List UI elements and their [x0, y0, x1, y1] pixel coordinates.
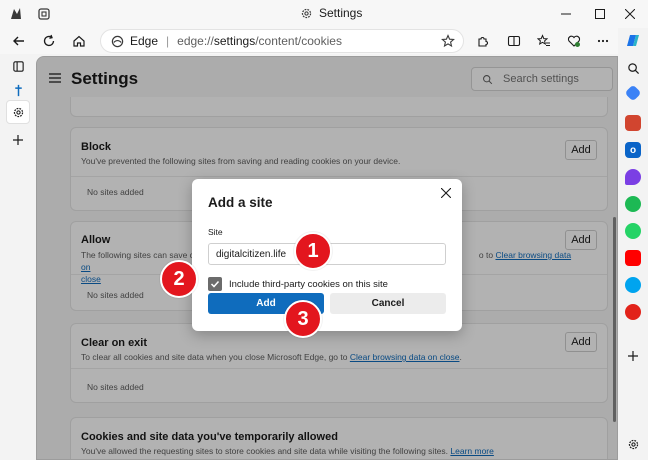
tab-actions-button[interactable]	[6, 54, 30, 78]
edge-logo-icon	[111, 35, 124, 47]
tools-icon[interactable]	[625, 115, 641, 131]
close-icon	[625, 9, 635, 19]
whatsapp-icon[interactable]	[625, 223, 641, 239]
dialog-close-button[interactable]	[438, 185, 454, 201]
home-icon	[73, 35, 85, 47]
maximize-icon	[595, 9, 605, 19]
arrow-left-icon	[13, 36, 24, 46]
title-bar: Settings	[0, 0, 648, 28]
step-marker-2: 2	[160, 260, 198, 298]
puzzle-icon	[478, 37, 488, 47]
split-screen-button[interactable]	[503, 31, 525, 51]
extensions-button[interactable]	[472, 31, 494, 51]
close-icon	[441, 188, 451, 198]
designer-icon[interactable]	[625, 169, 641, 185]
pinned-tab-button[interactable]	[6, 78, 30, 102]
more-dots-icon	[597, 39, 609, 43]
window-title-text: Settings	[319, 6, 363, 20]
refresh-icon	[43, 34, 55, 47]
add-sidebar-app-icon[interactable]	[625, 348, 641, 364]
address-bar[interactable]: Edge | edge://settings/content/cookies	[100, 29, 464, 53]
refresh-button[interactable]	[38, 31, 60, 51]
sidebar-settings-gear-icon[interactable]	[625, 436, 641, 452]
gear-icon	[13, 107, 23, 117]
third-party-cookies-checkbox[interactable]	[208, 277, 222, 291]
third-party-cookies-label: Include third-party cookies on this site	[229, 279, 388, 290]
site-field-label: Site	[208, 227, 223, 237]
settings-more-button[interactable]	[592, 31, 614, 51]
address-site-name: Edge	[130, 34, 159, 48]
window-title: Settings	[300, 6, 362, 20]
minimize-icon	[561, 13, 571, 15]
split-screen-icon	[507, 35, 521, 47]
outlook-icon[interactable]: o	[625, 142, 641, 158]
address-url: edge://settings/content/cookies	[177, 34, 342, 48]
new-tab-button[interactable]	[6, 128, 30, 152]
minimize-button[interactable]	[552, 4, 580, 24]
back-button[interactable]	[8, 31, 30, 51]
edge-sidebar: o	[618, 28, 648, 460]
close-window-button[interactable]	[616, 4, 644, 24]
settings-tab[interactable]	[6, 100, 30, 124]
workspaces-icon[interactable]	[36, 6, 52, 22]
checkmark-icon	[210, 280, 220, 288]
vertical-tab-strip	[0, 54, 36, 460]
plus-icon	[13, 135, 23, 145]
search-icon[interactable]	[625, 60, 641, 76]
favorites-list-icon	[537, 34, 550, 46]
profile-icon[interactable]	[8, 6, 24, 22]
skype-icon[interactable]	[625, 277, 641, 293]
spotify-icon[interactable]	[625, 196, 641, 212]
maximize-button[interactable]	[586, 4, 614, 24]
youtube-icon[interactable]	[625, 250, 641, 266]
step-marker-3: 3	[284, 300, 322, 338]
dialog-title: Add a site	[208, 195, 273, 210]
heart-pulse-icon	[567, 35, 581, 47]
favorite-star-icon[interactable]	[441, 34, 455, 48]
favorites-button[interactable]	[533, 31, 555, 51]
home-button[interactable]	[68, 31, 90, 51]
cross-pin-icon	[14, 84, 22, 96]
copilot-icon[interactable]	[624, 32, 642, 50]
step-marker-1: 1	[294, 232, 332, 270]
shopping-tag-icon[interactable]	[624, 84, 642, 102]
dialog-cancel-button[interactable]: Cancel	[330, 293, 446, 314]
address-separator: |	[166, 34, 170, 48]
settings-gear-icon	[301, 8, 312, 18]
tab-actions-icon	[12, 60, 24, 72]
browser-essentials-button[interactable]	[563, 31, 585, 51]
browser-toolbar: Edge | edge://settings/content/cookies	[0, 28, 648, 54]
video-player-icon[interactable]	[625, 304, 641, 320]
